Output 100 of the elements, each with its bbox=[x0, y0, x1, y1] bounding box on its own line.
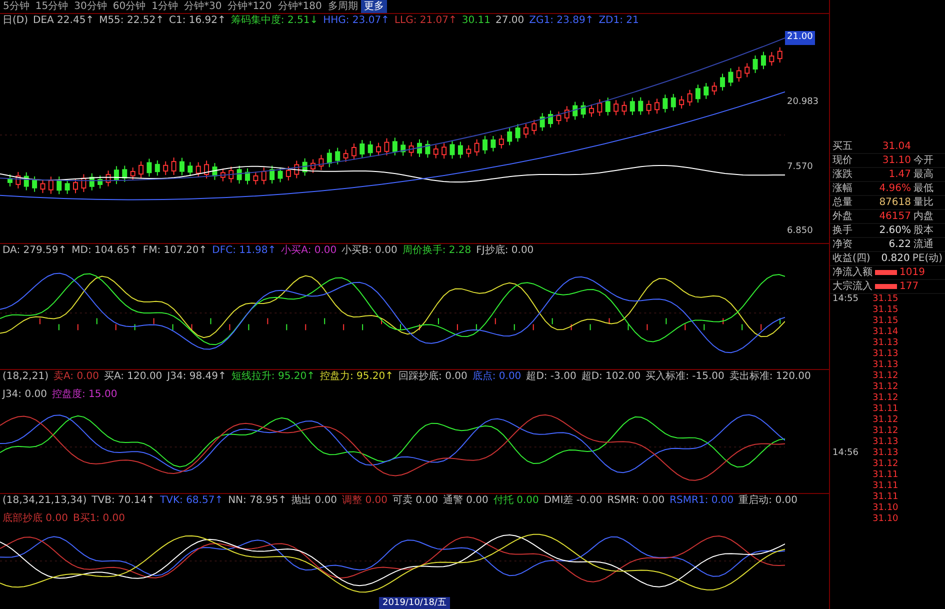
legend-value: ZG1: 23.89↑ bbox=[529, 14, 594, 27]
legend-value: 通警 0.00 bbox=[442, 494, 488, 507]
legend-value: 短线拉升: 95.20↑ bbox=[231, 370, 315, 383]
tick-price: 31.12 bbox=[872, 393, 898, 404]
quote-value: 2.60% bbox=[878, 224, 911, 237]
flow-bar bbox=[875, 284, 897, 289]
legend-value: 底部抄底 0.00 bbox=[2, 512, 68, 525]
legend-value: 买A: 120.00 bbox=[104, 370, 162, 383]
period-tab[interactable]: 多周期 bbox=[324, 0, 361, 13]
legend-value: M55: 22.52↑ bbox=[99, 14, 164, 27]
tick-price: 31.10 bbox=[872, 514, 898, 525]
flow-value: 177 bbox=[900, 280, 919, 294]
quote-label: 内盘 bbox=[914, 210, 934, 223]
quote-value: 1.47 bbox=[888, 168, 911, 181]
legend-value: TVK: 68.57↑ bbox=[160, 494, 224, 507]
quote-label: 收益(四) bbox=[832, 252, 872, 265]
price-label: 20.983 bbox=[786, 96, 820, 109]
legend-value: 抛出 0.00 bbox=[292, 494, 338, 507]
period-tab[interactable]: 更多 bbox=[360, 0, 387, 13]
legend-value: 超D: 102.00 bbox=[581, 370, 641, 383]
quote-label: 外盘 bbox=[832, 210, 854, 223]
legend-value: MD: 104.65↑ bbox=[72, 244, 138, 257]
legend-value: 筹码集中度: 2.51↓ bbox=[230, 14, 318, 27]
legend-value: FJ抄底: 0.00 bbox=[476, 244, 534, 257]
tick-price: 31.13 bbox=[872, 448, 898, 459]
legend-value: 卖A: 0.00 bbox=[53, 370, 99, 383]
legend-value: 调整 0.00 bbox=[342, 494, 388, 507]
period-tab[interactable]: 15分钟 bbox=[32, 0, 72, 13]
tick-price: 31.11 bbox=[872, 404, 898, 415]
legend-value: NN: 78.95↑ bbox=[228, 494, 287, 507]
quote-value: 0.820 bbox=[880, 252, 910, 265]
tick-price: 31.15 bbox=[872, 316, 898, 327]
legend-value: TVB: 70.14↑ bbox=[92, 494, 156, 507]
quote-label: 换手 bbox=[832, 224, 854, 237]
tick-time: 14:56 bbox=[832, 448, 860, 459]
legend-value: HHG: 23.07↑ bbox=[323, 14, 390, 27]
quote-label: 量比 bbox=[914, 196, 934, 209]
quote-label: 最高 bbox=[914, 168, 934, 181]
tick-price: 31.11 bbox=[872, 470, 898, 481]
period-tab[interactable]: 分钟*120 bbox=[224, 0, 275, 13]
quote-value: 31.04 bbox=[881, 140, 911, 153]
legend-value: 控盘力: 95.20↑ bbox=[320, 370, 394, 383]
period-tab[interactable]: 5分钟 bbox=[0, 0, 32, 13]
price-label: 6.850 bbox=[786, 225, 814, 238]
legend-value: FM: 107.20↑ bbox=[142, 244, 208, 257]
tick-price: 31.10 bbox=[872, 503, 898, 514]
legend-value: 卖出标准: 120.00 bbox=[729, 370, 811, 383]
legend-value: J34: 0.00 bbox=[2, 388, 47, 401]
quote-label: 总量 bbox=[832, 196, 854, 209]
legend-value: J34: 98.49↑ bbox=[167, 370, 226, 383]
legend-value: DMI差 -0.00 bbox=[544, 494, 602, 507]
legend-value: 周价换手: 2.28 bbox=[402, 244, 472, 257]
legend-value: RSMR1: 0.00 bbox=[670, 494, 734, 507]
tick-price: 31.13 bbox=[872, 360, 898, 371]
period-tab[interactable]: 分钟*30 bbox=[180, 0, 225, 13]
period-tab[interactable]: 30分钟 bbox=[71, 0, 110, 13]
period-tab[interactable]: 分钟*180 bbox=[274, 0, 325, 13]
tick-price: 31.11 bbox=[872, 492, 898, 503]
legend-value: 日(D) bbox=[2, 14, 28, 27]
tick-price: 31.11 bbox=[872, 481, 898, 492]
quote-value: 31.10 bbox=[881, 154, 911, 167]
tick-price: 31.12 bbox=[872, 459, 898, 470]
legend-value: 回踩抄底: 0.00 bbox=[398, 370, 468, 383]
quote-value: 4.96% bbox=[878, 182, 911, 195]
tick-price: 31.12 bbox=[872, 415, 898, 426]
tick-price: 31.13 bbox=[872, 338, 898, 349]
tick-time: 14:55 bbox=[832, 294, 860, 305]
legend-value: DEA 22.45↑ bbox=[33, 14, 94, 27]
legend-value: ZD1: 21 bbox=[598, 14, 639, 27]
quote-label: 买五 bbox=[832, 140, 854, 153]
legend-value: 超D: -3.00 bbox=[526, 370, 576, 383]
quote-label: 涨幅 bbox=[832, 182, 854, 195]
tick-price: 31.15 bbox=[872, 294, 898, 305]
legend-value: 重启动: 0.00 bbox=[738, 494, 798, 507]
quote-label: 股本 bbox=[914, 224, 934, 237]
tick-price: 31.15 bbox=[872, 305, 898, 316]
quote-label: 净资 bbox=[832, 238, 854, 251]
quote-value: 46157 bbox=[878, 210, 911, 223]
flow-bar bbox=[875, 270, 897, 275]
quote-label: PE(动) bbox=[912, 252, 942, 265]
legend-value: B买1: 0.00 bbox=[72, 512, 125, 525]
legend-value: (18,2,21) bbox=[2, 370, 48, 383]
legend-value: 可卖 0.00 bbox=[392, 494, 438, 507]
quote-label: 流通 bbox=[914, 238, 934, 251]
legend-value: DA: 279.59↑ bbox=[2, 244, 67, 257]
legend-value: 27.00 bbox=[496, 14, 524, 27]
tick-price: 31.14 bbox=[872, 327, 898, 338]
legend-value: 付托 0.00 bbox=[493, 494, 539, 507]
quote-label: 涨跌 bbox=[832, 168, 854, 181]
quote-label: 今开 bbox=[914, 154, 934, 167]
quote-value: 87618 bbox=[878, 196, 911, 209]
period-tab[interactable]: 60分钟 bbox=[110, 0, 149, 13]
legend-value: RSMR: 0.00 bbox=[607, 494, 665, 507]
legend-value: (18,34,21,13,34) bbox=[2, 494, 87, 507]
period-tab[interactable]: 1分钟 bbox=[148, 0, 181, 13]
quote-label: 最低 bbox=[914, 182, 934, 195]
legend-value: 小买A: 0.00 bbox=[281, 244, 337, 257]
price-label: 21.00 bbox=[785, 31, 815, 44]
legend-value: LLG: 21.07↑ bbox=[394, 14, 457, 27]
tick-price: 31.13 bbox=[872, 437, 898, 448]
